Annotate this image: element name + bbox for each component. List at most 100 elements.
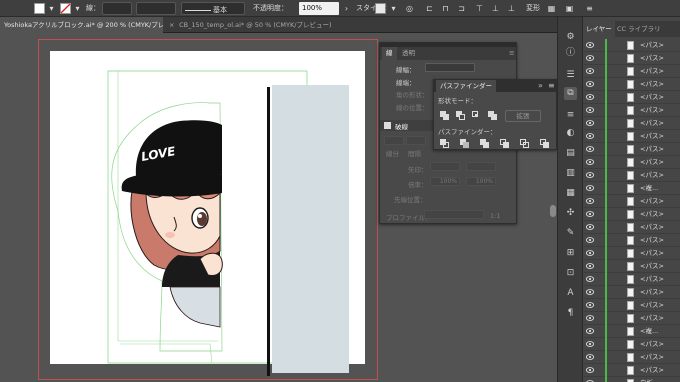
eye-icon[interactable] bbox=[586, 172, 594, 178]
align-panel-icon[interactable]: ⊞ bbox=[564, 247, 577, 260]
layers-stack-icon[interactable]: ☰ bbox=[564, 69, 577, 82]
outline-icon[interactable] bbox=[520, 139, 529, 148]
eye-icon[interactable] bbox=[586, 94, 594, 100]
unite-icon[interactable] bbox=[440, 111, 449, 120]
exclude-icon[interactable] bbox=[488, 111, 497, 120]
eye-icon[interactable] bbox=[586, 146, 594, 152]
layer-row[interactable]: <パス> bbox=[583, 273, 680, 286]
eye-icon[interactable] bbox=[586, 120, 594, 126]
tab-layers[interactable]: レイヤー bbox=[583, 21, 615, 37]
eye-icon[interactable] bbox=[586, 185, 594, 191]
transparency-icon[interactable]: ◐ bbox=[564, 127, 577, 140]
layer-row[interactable]: ▸ 白板 bbox=[583, 377, 680, 382]
scale-start-input[interactable]: 100% bbox=[430, 177, 460, 186]
profile-dropdown[interactable] bbox=[424, 210, 484, 219]
dashed-checkbox[interactable] bbox=[384, 122, 391, 129]
isolate-icon[interactable]: ▣ bbox=[564, 3, 575, 14]
intersect-icon[interactable] bbox=[472, 111, 481, 120]
layer-row[interactable]: <パス> bbox=[583, 312, 680, 325]
symbols-icon[interactable]: ✣ bbox=[564, 207, 577, 220]
variable-width-dropdown[interactable] bbox=[136, 2, 176, 15]
eye-icon[interactable] bbox=[586, 276, 594, 282]
artboard[interactable]: LOVE bbox=[50, 51, 365, 376]
panel-menu-icon[interactable]: ≡ bbox=[505, 47, 518, 60]
align-bottom-icon[interactable]: ⊥ bbox=[506, 3, 517, 14]
appearance-icon[interactable]: ▥ bbox=[564, 167, 577, 180]
scroll-thumb[interactable] bbox=[550, 205, 556, 217]
eye-icon[interactable] bbox=[586, 263, 594, 269]
stroke-weight-dropdown[interactable] bbox=[102, 2, 132, 15]
layer-row[interactable]: <パス> bbox=[583, 208, 680, 221]
layer-row[interactable]: <パス> bbox=[583, 78, 680, 91]
eye-icon[interactable] bbox=[586, 42, 594, 48]
collapse-icon[interactable]: » bbox=[538, 80, 543, 92]
arrow-end-dropdown[interactable] bbox=[466, 162, 496, 171]
gear-icon[interactable]: ⚙ bbox=[564, 31, 577, 44]
layer-row[interactable]: <パス> bbox=[583, 195, 680, 208]
scale-end-input[interactable]: 100% bbox=[466, 177, 496, 186]
eye-icon[interactable] bbox=[586, 328, 594, 334]
gap-input[interactable] bbox=[406, 136, 426, 145]
eye-icon[interactable] bbox=[586, 315, 594, 321]
brush-style-dropdown[interactable]: 基本 bbox=[181, 2, 245, 15]
eye-icon[interactable] bbox=[586, 237, 594, 243]
chevron-down-icon[interactable]: ▾ bbox=[46, 3, 57, 14]
minus-back-icon[interactable] bbox=[540, 139, 549, 148]
panel-menu-icon[interactable]: ≡ bbox=[548, 80, 555, 92]
tab-pathfinder[interactable]: パスファインダー bbox=[436, 80, 496, 92]
brushes-icon[interactable]: ✎ bbox=[564, 227, 577, 240]
layer-row[interactable]: <パス> bbox=[583, 91, 680, 104]
chevron-down-icon[interactable]: ▾ bbox=[388, 3, 399, 14]
layer-row[interactable]: <パス> bbox=[583, 169, 680, 182]
align-center-icon[interactable]: ⊓ bbox=[440, 3, 451, 14]
layer-row[interactable]: <パス> bbox=[583, 221, 680, 234]
layer-row[interactable]: <パス> bbox=[583, 299, 680, 312]
layer-row[interactable]: <複... bbox=[583, 325, 680, 338]
expand-button[interactable]: 拡張 bbox=[505, 110, 541, 122]
layer-row[interactable]: <パス> bbox=[583, 286, 680, 299]
stroke-icon[interactable]: ≡ bbox=[564, 109, 577, 122]
panel-menu-icon[interactable]: ≡ bbox=[584, 3, 595, 14]
layer-row[interactable]: <パス> bbox=[583, 39, 680, 52]
crop-icon[interactable] bbox=[500, 139, 509, 148]
layer-row[interactable]: <パス> bbox=[583, 234, 680, 247]
eye-icon[interactable] bbox=[586, 354, 594, 360]
merge-icon[interactable] bbox=[480, 139, 489, 148]
layer-row[interactable]: <パス> bbox=[583, 351, 680, 364]
layer-row[interactable]: <パス> bbox=[583, 104, 680, 117]
layer-row[interactable]: <パス> bbox=[583, 247, 680, 260]
trim-icon[interactable] bbox=[460, 139, 469, 148]
eye-icon[interactable] bbox=[586, 159, 594, 165]
expand-triangle-icon[interactable]: ▸ bbox=[611, 377, 614, 382]
tab-cc-libraries[interactable]: CC ライブラリ bbox=[614, 21, 664, 37]
layer-row[interactable]: <パス> bbox=[583, 338, 680, 351]
color-guide-icon[interactable]: ▤ bbox=[564, 147, 577, 160]
eye-icon[interactable] bbox=[586, 341, 594, 347]
layer-row[interactable]: <パス> bbox=[583, 156, 680, 169]
grid-icon[interactable]: ▦ bbox=[564, 187, 577, 200]
tab-yoshioka-acrylic-block[interactable]: Yoshiokaアクリルブロック.ai* @ 200 % (CMYK/プレビュー… bbox=[0, 17, 163, 33]
tab-stroke[interactable]: 線 bbox=[382, 47, 397, 60]
eye-icon[interactable] bbox=[586, 55, 594, 61]
layer-row[interactable]: <パス> bbox=[583, 117, 680, 130]
transform-panel-icon[interactable]: ⊡ bbox=[564, 267, 577, 280]
eye-icon[interactable] bbox=[586, 367, 594, 373]
chevron-down-icon[interactable]: ▾ bbox=[72, 3, 83, 14]
tab-cb-150-temp[interactable]: × CB_150_temp_ol.ai* @ 50 % (CMYK/プレビュー) bbox=[165, 17, 365, 33]
layer-row[interactable]: <パス> bbox=[583, 130, 680, 143]
transform-label[interactable]: 変形 bbox=[526, 3, 540, 13]
recolor-icon[interactable]: ◎ bbox=[404, 3, 415, 14]
fill-swatch[interactable] bbox=[34, 3, 45, 14]
info-icon[interactable]: ⓘ bbox=[564, 47, 577, 60]
eye-icon[interactable] bbox=[586, 133, 594, 139]
divide-icon[interactable] bbox=[440, 139, 449, 148]
opacity-input[interactable]: 100% bbox=[299, 2, 339, 15]
layer-row[interactable]: <パス> bbox=[583, 143, 680, 156]
layer-row[interactable]: <パス> bbox=[583, 260, 680, 273]
eye-icon[interactable] bbox=[586, 289, 594, 295]
eye-icon[interactable] bbox=[586, 211, 594, 217]
align-middle-icon[interactable]: ⊥ bbox=[490, 3, 501, 14]
graphic-style-swatch[interactable] bbox=[375, 3, 386, 14]
eye-icon[interactable] bbox=[586, 107, 594, 113]
chevron-right-icon[interactable]: › bbox=[341, 3, 352, 14]
